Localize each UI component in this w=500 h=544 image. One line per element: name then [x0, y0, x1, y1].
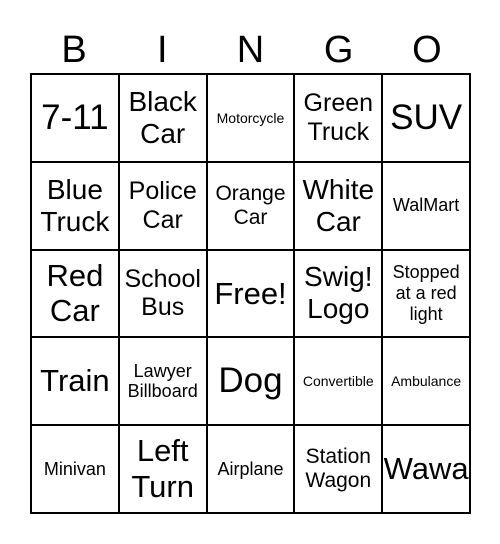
bingo-cell[interactable]: Wawa: [382, 425, 470, 513]
bingo-cell[interactable]: Train: [31, 337, 119, 426]
bingo-cell[interactable]: Lawyer Billboard: [118, 337, 207, 426]
bingo-cell[interactable]: Convertible: [294, 337, 383, 426]
bingo-cell[interactable]: Left Turn: [118, 425, 207, 513]
header-letter-g: G: [323, 29, 354, 71]
header-letter-n: N: [236, 29, 265, 71]
bingo-grid: 7-11 Black Car Motorcycle Green Truck SU…: [30, 73, 471, 514]
bingo-cell[interactable]: Stopped at a red light: [382, 249, 470, 338]
bingo-cell[interactable]: Red Car: [31, 249, 119, 338]
bingo-cell[interactable]: Ambulance: [382, 337, 470, 426]
bingo-cell[interactable]: Orange Car: [206, 161, 295, 250]
bingo-cell[interactable]: Black Car: [118, 74, 207, 162]
bingo-cell[interactable]: Station Wagon: [294, 425, 383, 513]
free-space[interactable]: Free!: [206, 249, 295, 338]
bingo-cell[interactable]: Dog: [206, 337, 295, 426]
header-letter-i: I: [157, 29, 168, 71]
bingo-cell[interactable]: Airplane: [206, 425, 295, 513]
bingo-cell[interactable]: Swig! Logo: [294, 249, 383, 338]
header-letter-o: O: [412, 29, 442, 71]
bingo-cell[interactable]: School Bus: [118, 249, 207, 338]
bingo-cell[interactable]: Blue Truck: [31, 161, 119, 250]
bingo-cell[interactable]: Minivan: [31, 425, 119, 513]
bingo-cell[interactable]: WalMart: [382, 161, 470, 250]
bingo-header: B I N G O: [30, 28, 471, 72]
bingo-cell[interactable]: White Car: [294, 161, 383, 250]
bingo-cell[interactable]: SUV: [382, 74, 470, 162]
bingo-cell[interactable]: Green Truck: [294, 74, 383, 162]
bingo-cell[interactable]: Police Car: [118, 161, 207, 250]
header-letter-b: B: [61, 29, 87, 71]
bingo-cell[interactable]: 7-11: [31, 74, 119, 162]
bingo-cell[interactable]: Motorcycle: [206, 74, 295, 162]
